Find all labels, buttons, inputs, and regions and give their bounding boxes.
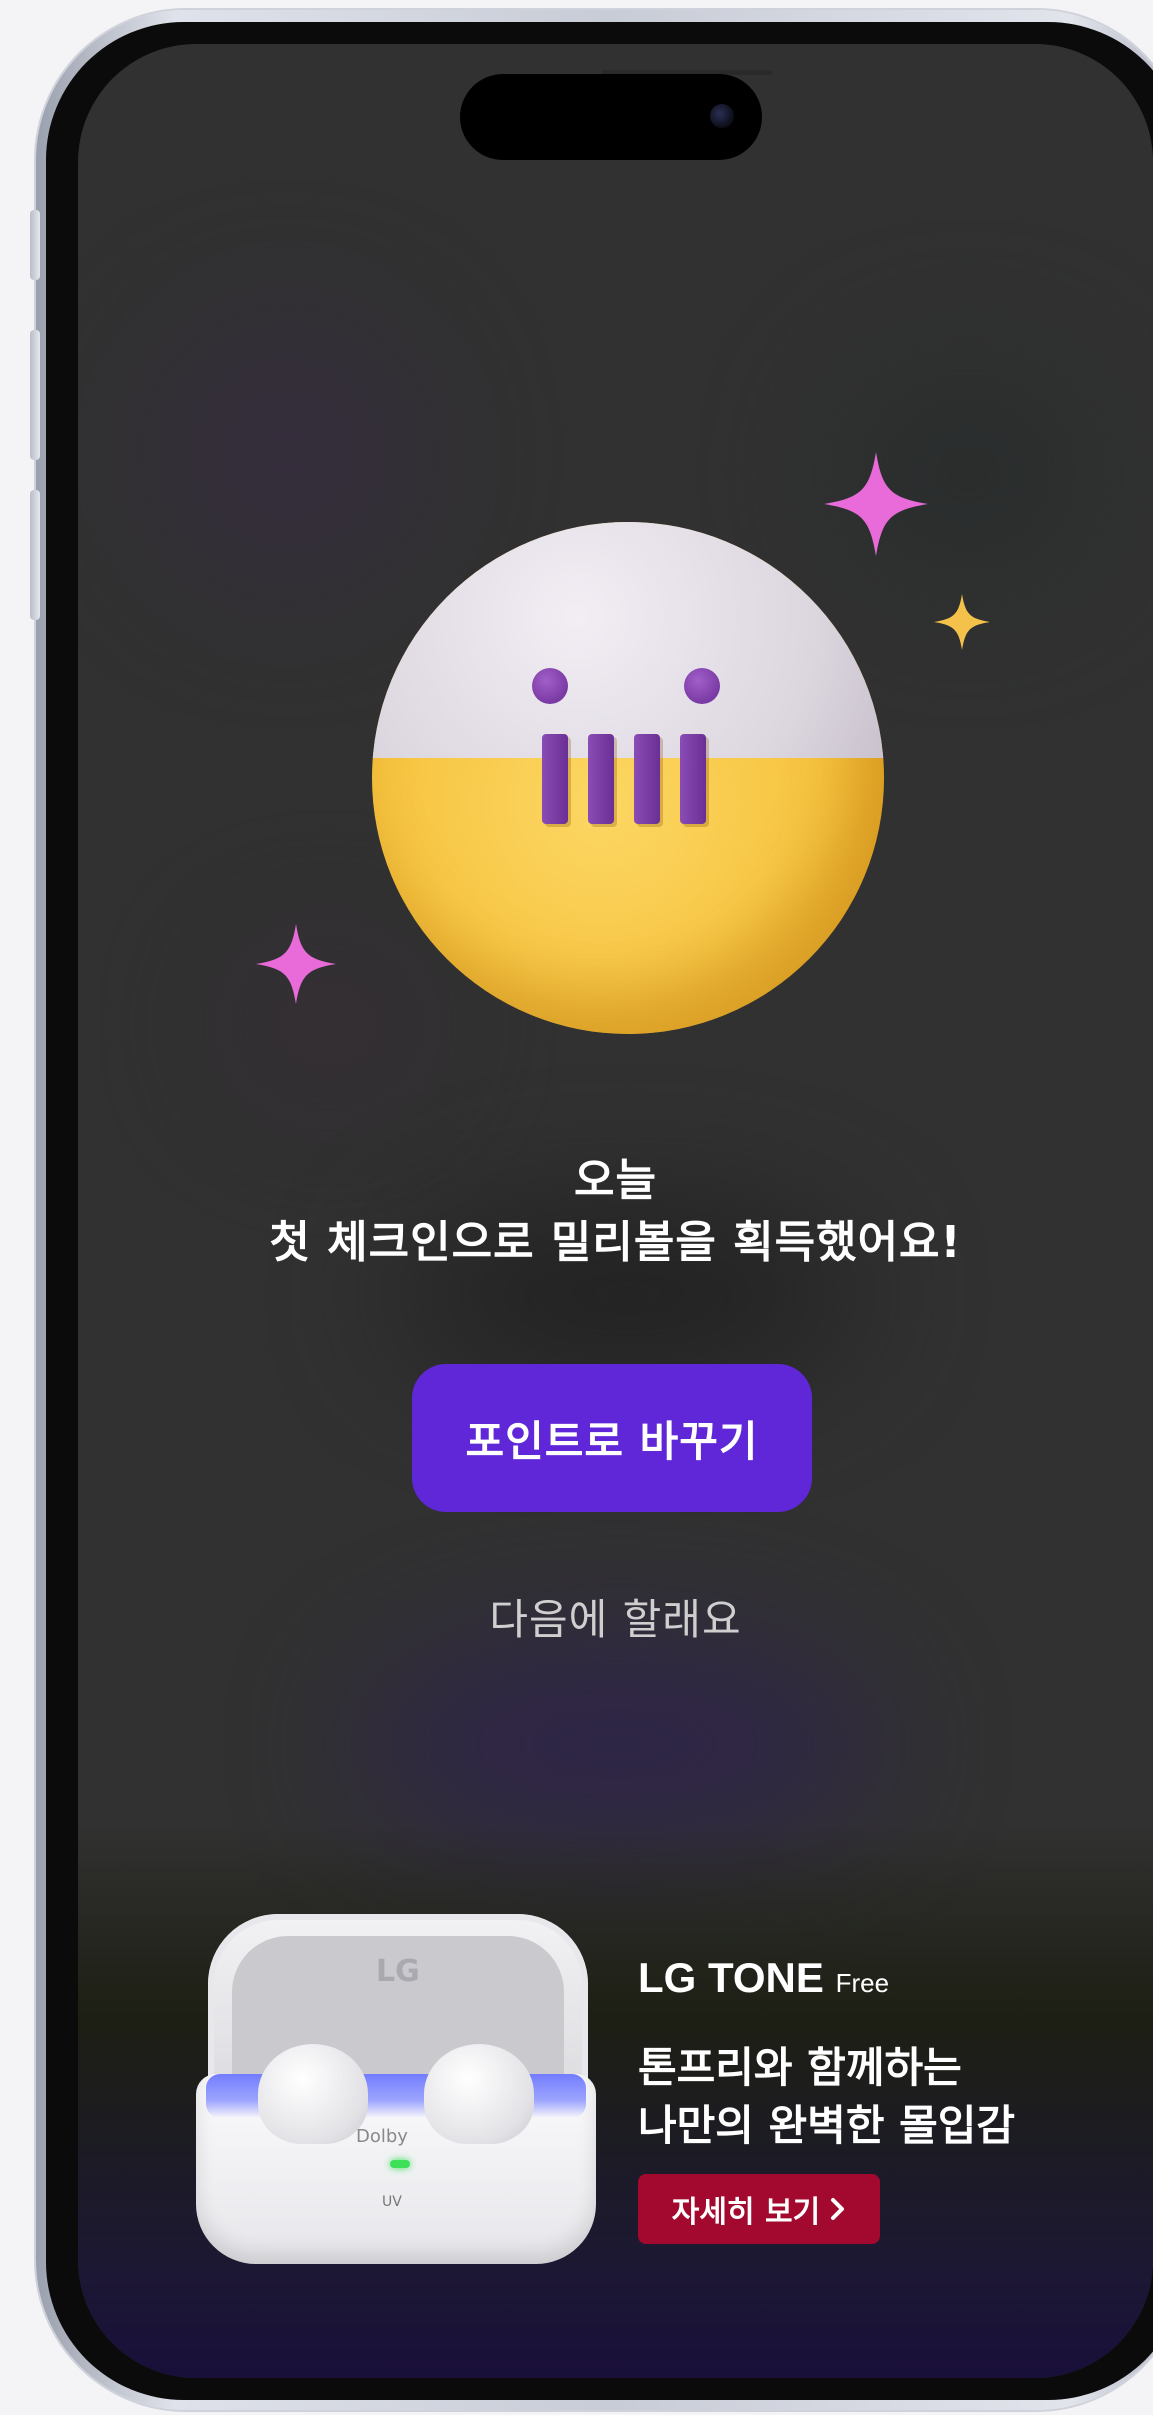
earbud-right bbox=[424, 2044, 534, 2144]
product-uv-label: UV bbox=[382, 2194, 402, 2210]
phone-volume-up-button bbox=[30, 330, 40, 460]
sparkle-pink-icon bbox=[256, 924, 336, 1004]
phone-volume-down-button bbox=[30, 490, 40, 620]
ad-cta-label: 자세히 보기 bbox=[671, 2195, 821, 2230]
earbud-left bbox=[258, 2044, 368, 2144]
ad-headline-line2: 나만의 완벽한 몰입감 bbox=[638, 2101, 1016, 2150]
reward-title-line2: 첫 체크인으로 밀리볼을 획득했어요! bbox=[269, 1217, 962, 1268]
ball-top-half bbox=[372, 522, 884, 758]
ball-mouth-bar bbox=[634, 734, 660, 824]
ball-mouth-bar bbox=[680, 734, 706, 824]
ad-headline-line1: 톤프리와 함께하는 bbox=[638, 2043, 962, 2092]
ball-eye-left bbox=[532, 668, 568, 704]
product-logo: LG bbox=[376, 1954, 420, 1989]
ball-mouth-bar bbox=[542, 734, 568, 824]
ad-brand-suffix: Free bbox=[835, 1968, 890, 1998]
later-link[interactable]: 다음에 할래요 bbox=[78, 1586, 1153, 1647]
chevron-right-icon bbox=[831, 2198, 845, 2220]
ad-brand: LG TONE Free bbox=[638, 1954, 889, 2002]
ball-eye-right bbox=[684, 668, 720, 704]
dynamic-island bbox=[460, 74, 762, 160]
ad-cta-button[interactable]: 자세히 보기 bbox=[638, 2174, 880, 2244]
app-screen: 오늘 첫 체크인으로 밀리볼을 획득했어요! 포인트로 바꾸기 다음에 할래요 … bbox=[78, 44, 1153, 2378]
phone-action-button bbox=[30, 210, 40, 280]
front-camera-icon bbox=[710, 104, 734, 128]
ad-banner[interactable]: LG Dolby UV LG TONE Free 톤프리와 함께하는 나만의 완… bbox=[78, 1824, 1153, 2378]
sparkle-yellow-icon bbox=[934, 594, 990, 650]
earbuds-product-image: LG Dolby UV bbox=[196, 1914, 596, 2264]
ball-mouth-bar bbox=[588, 734, 614, 824]
background-blur bbox=[358, 1644, 878, 1844]
ad-brand-name: LG TONE bbox=[638, 1954, 824, 2001]
status-led bbox=[390, 2160, 410, 2168]
product-badge: Dolby bbox=[356, 2126, 408, 2147]
reward-title-line1: 오늘 bbox=[574, 1155, 657, 1206]
milli-ball-icon bbox=[372, 522, 884, 1034]
convert-to-points-button[interactable]: 포인트로 바꾸기 bbox=[412, 1364, 812, 1512]
